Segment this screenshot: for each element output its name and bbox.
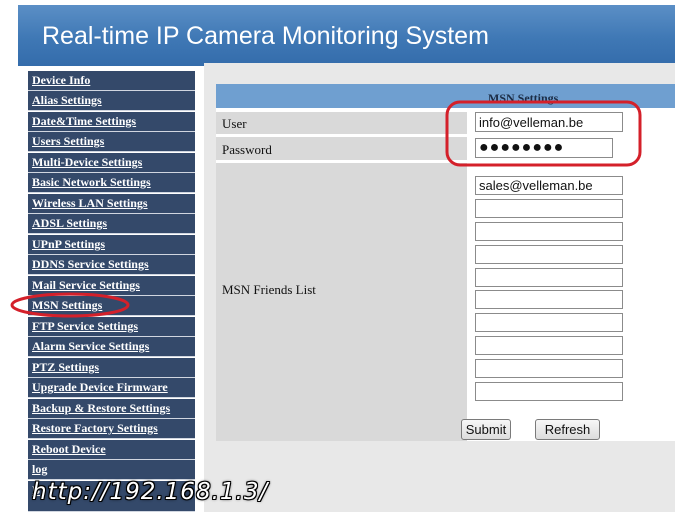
sidebar-nav: Device Info Alias Settings Date&Time Set…: [28, 71, 195, 512]
sidebar-item-label[interactable]: Reboot Device: [32, 442, 106, 457]
sidebar-item-mail-service-settings[interactable]: Mail Service Settings: [28, 276, 195, 296]
msn-settings-title: MSN Settings: [488, 91, 559, 105]
sidebar-item-alias-settings[interactable]: Alias Settings: [28, 91, 195, 111]
url-annotation: http://192.168.1.3/: [32, 479, 269, 505]
friend-input-7[interactable]: [475, 313, 623, 332]
app-title: Real-time IP Camera Monitoring System: [42, 22, 489, 50]
sidebar-item-label[interactable]: DDNS Service Settings: [32, 257, 149, 272]
sidebar-item-label[interactable]: Wireless LAN Settings: [32, 196, 148, 211]
friend-input-2[interactable]: [475, 199, 623, 218]
friend-input-3[interactable]: [475, 222, 623, 241]
sidebar-item-ftp-service-settings[interactable]: FTP Service Settings: [28, 317, 195, 337]
sidebar-item-label[interactable]: ADSL Settings: [32, 216, 107, 231]
sidebar-item-alarm-service-settings[interactable]: Alarm Service Settings: [28, 337, 195, 357]
refresh-button[interactable]: Refresh: [535, 419, 600, 440]
sidebar-item-backup-restore-settings[interactable]: Backup & Restore Settings: [28, 399, 195, 419]
friend-input-1[interactable]: [475, 176, 623, 195]
sidebar-item-restore-factory-settings[interactable]: Restore Factory Settings: [28, 419, 195, 439]
sidebar-item-multi-device-settings[interactable]: Multi-Device Settings: [28, 153, 195, 173]
sidebar-item-label[interactable]: Users Settings: [32, 134, 104, 149]
password-input[interactable]: [475, 138, 613, 158]
sidebar-item-label[interactable]: log: [32, 462, 47, 477]
friend-input-6[interactable]: [475, 290, 623, 309]
sidebar-item-label[interactable]: Date&Time Settings: [32, 114, 136, 129]
sidebar-item-label[interactable]: Restore Factory Settings: [32, 421, 158, 436]
sidebar-item-adsl-settings[interactable]: ADSL Settings: [28, 214, 195, 234]
sidebar-item-ptz-settings[interactable]: PTZ Settings: [28, 358, 195, 378]
sidebar-item-users-settings[interactable]: Users Settings: [28, 132, 195, 152]
sidebar-item-msn-settings[interactable]: MSN Settings: [28, 296, 195, 316]
sidebar-item-label[interactable]: MSN Settings: [32, 298, 102, 313]
user-label-cell: User: [216, 112, 467, 134]
submit-button[interactable]: Submit: [461, 419, 511, 440]
sidebar-item-ddns-service-settings[interactable]: DDNS Service Settings: [28, 255, 195, 275]
sidebar-item-upnp-settings[interactable]: UPnP Settings: [28, 235, 195, 255]
friend-input-9[interactable]: [475, 359, 623, 378]
friend-input-4[interactable]: [475, 245, 623, 264]
user-input[interactable]: [475, 112, 623, 132]
sidebar-item-date-time-settings[interactable]: Date&Time Settings: [28, 112, 195, 132]
sidebar-item-label[interactable]: Upgrade Device Firmware: [32, 380, 168, 395]
user-label: User: [222, 116, 247, 131]
sidebar-item-label[interactable]: Alias Settings: [32, 93, 102, 108]
msn-settings-form: MSN Settings User Password MSN Friends L…: [216, 84, 675, 441]
password-label-cell: Password: [216, 137, 467, 160]
sidebar-item-wireless-lan-settings[interactable]: Wireless LAN Settings: [28, 194, 195, 214]
sidebar-item-basic-network-settings[interactable]: Basic Network Settings: [28, 173, 195, 193]
sidebar-item-label[interactable]: PTZ Settings: [32, 360, 99, 375]
password-label: Password: [222, 142, 272, 157]
sidebar-item-label[interactable]: Alarm Service Settings: [32, 339, 149, 354]
sidebar-item-log[interactable]: log: [28, 460, 195, 480]
sidebar-item-label[interactable]: Multi-Device Settings: [32, 155, 142, 170]
sidebar-item-reboot-device[interactable]: Reboot Device: [28, 440, 195, 460]
sidebar-item-device-info[interactable]: Device Info: [28, 71, 195, 91]
friend-input-5[interactable]: [475, 268, 623, 287]
sidebar-item-label[interactable]: UPnP Settings: [32, 237, 105, 252]
msn-settings-header: MSN Settings: [216, 84, 675, 108]
sidebar-item-label[interactable]: Mail Service Settings: [32, 278, 140, 293]
friend-input-10[interactable]: [475, 382, 623, 401]
sidebar-item-label[interactable]: Backup & Restore Settings: [32, 401, 170, 416]
sidebar-item-upgrade-device-firmware[interactable]: Upgrade Device Firmware: [28, 378, 195, 398]
sidebar-item-label[interactable]: FTP Service Settings: [32, 319, 138, 334]
sidebar-item-label[interactable]: Basic Network Settings: [32, 175, 151, 190]
friends-list-label: MSN Friends List: [222, 282, 316, 297]
sidebar-item-label[interactable]: Device Info: [32, 73, 90, 88]
friends-label-cell: MSN Friends List: [216, 163, 467, 441]
friend-input-8[interactable]: [475, 336, 623, 355]
app-header: Real-time IP Camera Monitoring System: [18, 5, 675, 66]
